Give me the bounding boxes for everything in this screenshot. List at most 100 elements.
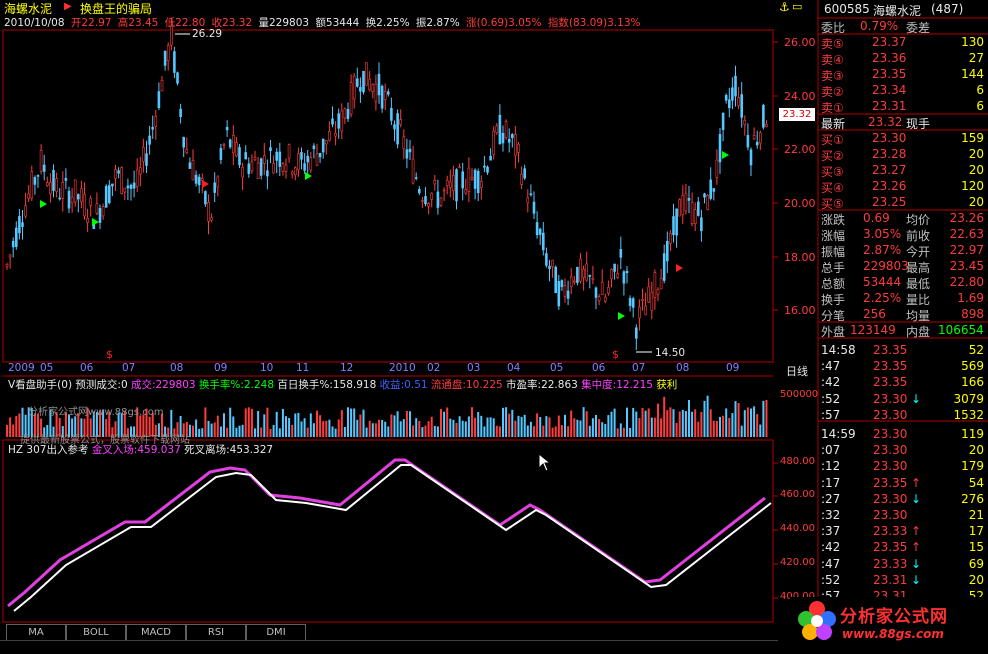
tick-row[interactable]: :12 23.30 179 (778, 459, 988, 475)
volume-bar (312, 423, 315, 437)
candle-body (36, 175, 40, 177)
volume-bar (331, 426, 334, 437)
candle-body (188, 162, 192, 169)
tab-boll[interactable]: BOLL (66, 624, 126, 641)
stat-row[interactable]: 涨跌 0.69 均价 23.26 (778, 211, 988, 227)
stat-label: 涨幅 (821, 229, 846, 243)
buy-volume: 20 (968, 163, 984, 177)
volume-bar (396, 411, 399, 437)
candle-body (145, 153, 148, 166)
time-tick: 07 (632, 362, 646, 374)
volume-bar (681, 409, 684, 437)
candle-body (176, 72, 179, 84)
candle-body (541, 232, 545, 251)
tab-dmi[interactable]: DMI (246, 624, 306, 641)
volume-bar (706, 395, 709, 437)
stat-label: 总手 (821, 261, 846, 275)
tick-row[interactable]: :57 23.30 1532 (778, 408, 988, 424)
tick-row[interactable]: 14:59 23.30 119 (778, 427, 988, 443)
sell-price: 23.34 (872, 83, 907, 97)
tab-ma[interactable]: MA (6, 624, 66, 641)
sell-row[interactable]: 卖⑤ 23.37 130 (778, 35, 988, 51)
candle-body (287, 144, 291, 159)
neipan-value: 106654 (938, 323, 984, 337)
play-arrow-icon[interactable]: ▶ (64, 1, 72, 12)
tick-row[interactable]: :47 23.35 569 (778, 359, 988, 375)
volume-bar (511, 409, 514, 437)
stat-row[interactable]: 涨幅 3.05% 前收 22.63 (778, 227, 988, 243)
stat-row[interactable]: 分笔 256 均量 898 (778, 307, 988, 323)
stat-row[interactable]: 振幅 2.87% 今开 22.97 (778, 243, 988, 259)
volume-bar (731, 413, 734, 437)
candle-body (448, 181, 452, 188)
status-bar (0, 640, 778, 654)
candle-body (235, 142, 238, 157)
sell-row[interactable]: 卖② 23.34 6 (778, 83, 988, 99)
tick-arrow: ↓ (911, 572, 922, 587)
candle-body (55, 178, 58, 192)
candle-body (458, 166, 461, 169)
stat-label-2: 均价 (906, 213, 931, 227)
tick-row[interactable]: :52 23.31 ↓ 20 (778, 573, 988, 589)
buy-row[interactable]: 买④ 23.26 120 (778, 179, 988, 195)
tick-row[interactable]: :32 23.30 21 (778, 508, 988, 524)
tick-row[interactable]: :27 23.30 ↓ 276 (778, 492, 988, 508)
tab-rsi[interactable]: RSI (186, 624, 246, 641)
sell-row[interactable]: 卖③ 23.35 144 (778, 67, 988, 83)
sell-price: 23.31 (872, 99, 907, 113)
time-tick: 2010 (389, 362, 416, 374)
sell-volume: 130 (961, 35, 984, 49)
candle-body (638, 306, 641, 319)
site-logo: 分析家公式网 www.88gs.com (790, 597, 988, 653)
tick-row[interactable]: :37 23.33 ↑ 17 (778, 524, 988, 540)
buy-row[interactable]: 买② 23.28 20 (778, 147, 988, 163)
candle-body (746, 135, 750, 148)
candle-body (489, 155, 492, 161)
volume-bar (467, 416, 470, 437)
candle-body (709, 179, 713, 199)
candle-body (182, 137, 185, 148)
candle-body (402, 136, 406, 149)
ohlc-amount: 额53444 (315, 17, 360, 29)
stat-row[interactable]: 总手 229803 最高 23.45 (778, 259, 988, 275)
tick-row[interactable]: :52 23.30 ↓ 3079 (778, 392, 988, 408)
buy-row[interactable]: 买⑤ 23.25 20 (778, 195, 988, 211)
stat-row[interactable]: 总额 53444 最低 22.80 (778, 275, 988, 291)
volume-bar (539, 417, 542, 437)
tick-row[interactable]: :42 23.35 166 (778, 375, 988, 391)
volume-bar (449, 418, 452, 437)
tick-row[interactable]: :47 23.33 ↓ 69 (778, 557, 988, 573)
volume-bar (461, 420, 464, 437)
volume-bar (399, 421, 402, 437)
volume-bar (740, 425, 743, 437)
stat-row[interactable]: 换手 2.25% 量比 1.69 (778, 291, 988, 307)
volume-bar (700, 411, 703, 437)
chart-area[interactable]: $ $ (0, 0, 778, 653)
tab-macd[interactable]: MACD (126, 624, 186, 641)
buy-signal-icon (92, 218, 99, 226)
sell-row[interactable]: 卖④ 23.36 27 (778, 51, 988, 67)
candle-body (114, 169, 117, 179)
tick-price: 23.33 (873, 524, 908, 539)
volume-bar (483, 426, 486, 437)
tick-row[interactable]: 14:58 23.35 52 (778, 343, 988, 359)
buy-row[interactable]: 买① 23.30 159 (778, 131, 988, 147)
tick-row[interactable]: :07 23.30 20 (778, 443, 988, 459)
candle-body (718, 134, 722, 163)
weibi-label: 委比 (821, 21, 846, 35)
volume-bar (257, 411, 260, 437)
tick-row[interactable]: :42 23.35 ↑ 15 (778, 540, 988, 556)
volume-bar (489, 417, 492, 437)
sell-level-label: 卖④ (821, 53, 844, 67)
stat-value: 53444 (863, 275, 902, 289)
buy-row[interactable]: 买③ 23.27 20 (778, 163, 988, 179)
volume-bar (334, 428, 337, 437)
volume-bar (520, 416, 523, 437)
sell-row[interactable]: 卖① 23.31 6 (778, 99, 988, 115)
candle-body (706, 195, 709, 210)
candle-body (77, 194, 80, 200)
candle-body (737, 97, 740, 106)
tick-row[interactable]: :17 23.35 ↑ 54 (778, 476, 988, 492)
tick-arrow: ↑ (911, 524, 922, 539)
buy-level-label: 买④ (821, 181, 844, 195)
